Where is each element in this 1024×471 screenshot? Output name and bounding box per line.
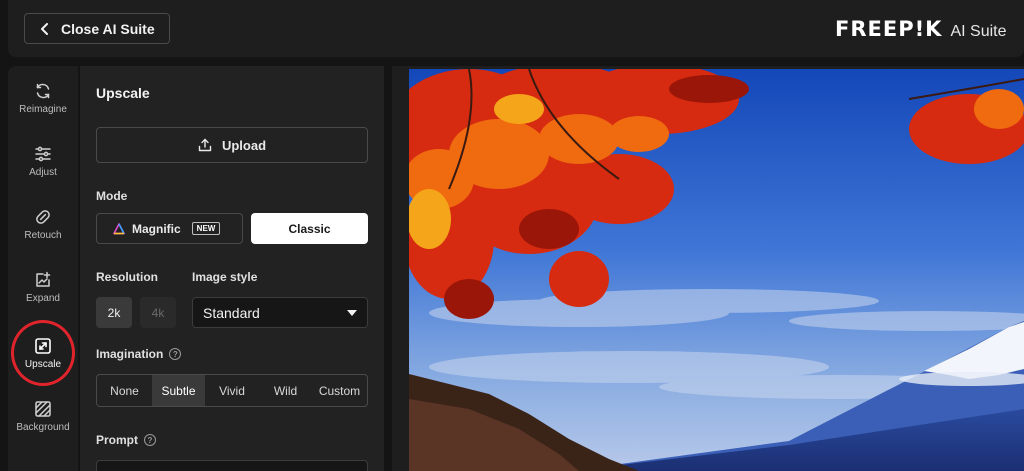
upload-icon <box>198 138 212 152</box>
mode-label: Mode <box>96 189 127 203</box>
freepik-logo: FREEP!K <box>835 17 943 41</box>
tool-expand[interactable]: Expand <box>8 255 78 309</box>
eraser-icon <box>36 210 50 224</box>
tool-label: Retouch <box>24 230 62 241</box>
image-style-select[interactable]: Standard <box>192 297 368 328</box>
resolution-label-text: Resolution <box>96 270 158 284</box>
resolution-label: Resolution <box>96 270 158 284</box>
imagination-option-none[interactable]: None <box>97 375 152 406</box>
imagination-segmented-control: None Subtle Vivid Wild Custom <box>96 374 368 407</box>
mode-classic-button[interactable]: Classic <box>251 213 368 244</box>
upscale-icon <box>35 338 51 354</box>
tool-adjust[interactable]: Adjust <box>8 129 78 183</box>
mode-label-text: Mode <box>96 189 128 203</box>
mode-magnific-button[interactable]: Magnific NEW <box>96 213 243 244</box>
caret-down-icon <box>347 309 357 316</box>
tool-label: Background <box>16 422 70 433</box>
upload-label: Upload <box>221 137 267 153</box>
magnific-triangle-icon <box>113 222 125 234</box>
tool-label: Expand <box>26 293 60 304</box>
brand: FREEP!K AI Suite <box>835 17 1006 41</box>
resolution-4k-button[interactable]: 4k <box>140 297 176 328</box>
tool-rail: Reimagine Adjust Retouch Expand Upscale <box>8 66 78 471</box>
imagination-label-text: Imagination <box>96 347 164 361</box>
image-style-label-text: Image style <box>192 270 258 284</box>
tool-retouch[interactable]: Retouch <box>8 192 78 246</box>
close-ai-suite-label: Close AI Suite <box>61 20 155 37</box>
expand-icon <box>36 271 51 287</box>
upload-button[interactable]: Upload <box>96 127 368 163</box>
close-ai-suite-button[interactable]: Close AI Suite <box>24 13 170 44</box>
brand-suffix: AI Suite <box>950 23 1007 40</box>
help-icon[interactable]: ? <box>169 348 182 360</box>
new-badge: NEW <box>191 222 221 235</box>
prompt-label-text: Prompt <box>96 433 138 447</box>
upscale-settings-panel: Upscale Upload Mode Magnific NEW Classic… <box>80 66 384 471</box>
preview-image <box>409 69 1024 471</box>
mode-classic-label: Classic <box>288 221 331 236</box>
prompt-input[interactable] <box>96 460 368 471</box>
image-style-value: Standard <box>203 304 260 321</box>
mode-magnific-label: Magnific <box>132 221 181 236</box>
imagination-option-vivid[interactable]: Vivid <box>205 375 259 406</box>
prompt-label: Prompt ? <box>96 433 156 447</box>
tool-upscale[interactable]: Upscale <box>8 321 78 375</box>
tool-reimagine[interactable]: Reimagine <box>8 66 78 120</box>
help-icon[interactable]: ? <box>144 434 156 446</box>
tool-label: Upscale <box>24 359 62 370</box>
panel-title: Upscale <box>96 85 150 101</box>
top-bar: Close AI Suite FREEP!K AI Suite <box>8 0 1024 57</box>
imagination-option-subtle[interactable]: Subtle <box>152 375 205 406</box>
imagination-option-custom[interactable]: Custom <box>312 375 367 406</box>
refresh-icon <box>36 83 50 99</box>
tool-label: Reimagine <box>19 104 67 115</box>
imagination-label: Imagination ? <box>96 347 182 361</box>
background-icon <box>35 401 51 417</box>
tool-background[interactable]: Background <box>8 384 78 438</box>
tool-label: Adjust <box>29 167 57 178</box>
imagination-option-wild[interactable]: Wild <box>259 375 312 406</box>
image-style-label: Image style <box>192 270 257 284</box>
chevron-left-icon <box>41 22 48 35</box>
resolution-2k-button[interactable]: 2k <box>96 297 132 328</box>
sliders-icon <box>35 146 51 162</box>
image-preview <box>392 66 1024 471</box>
